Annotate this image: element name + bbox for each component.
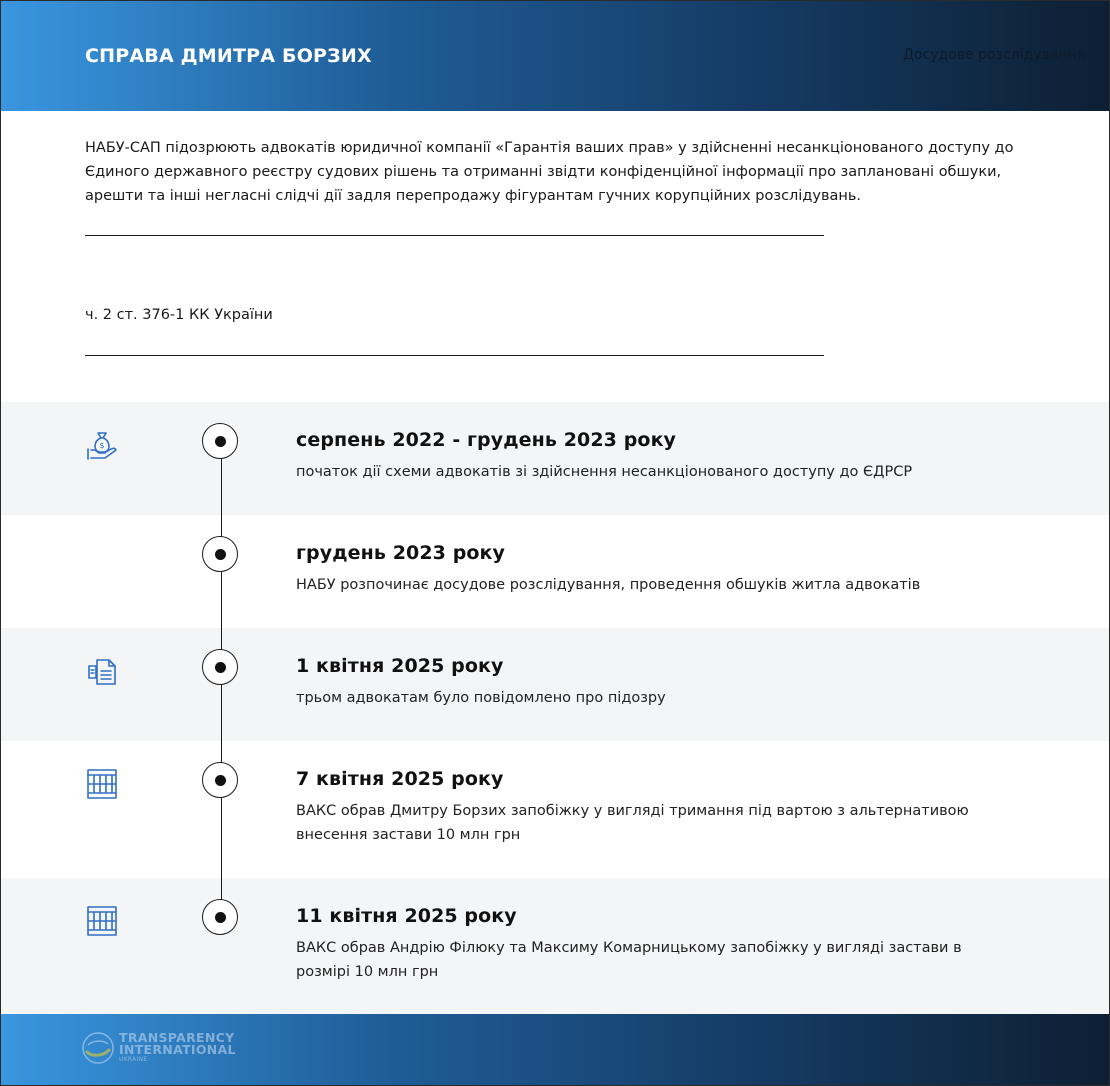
timeline-date: серпень 2022 - грудень 2023 року bbox=[296, 429, 677, 451]
case-title: СПРАВА ДМИТРА БОРЗИХ bbox=[85, 45, 372, 67]
timeline-row: 1 квітня 2025 року трьом адвокатам було … bbox=[1, 628, 1109, 741]
timeline-row: грудень 2023 року НАБУ розпочинає досудо… bbox=[1, 515, 1109, 628]
timeline-description: НАБУ розпочинає досудове розслідування, … bbox=[296, 577, 921, 593]
svg-text:$: $ bbox=[100, 441, 105, 450]
logo-line: UKRAINE bbox=[119, 1056, 148, 1063]
timeline-date: 11 квітня 2025 року bbox=[296, 905, 517, 927]
documents-icon bbox=[88, 659, 116, 685]
timeline-date: 7 квітня 2025 року bbox=[296, 768, 504, 790]
timeline-description: ВАКС обрав Андрію Філюку та Максиму Кома… bbox=[296, 940, 962, 980]
timeline-row: $ серпень 2022 - грудень 2023 року почат… bbox=[1, 402, 1109, 515]
timeline-node bbox=[202, 649, 238, 685]
money-bag-hand-icon: $ bbox=[87, 432, 117, 460]
divider bbox=[85, 235, 824, 236]
timeline-node bbox=[202, 423, 238, 459]
header-banner: СПРАВА ДМИТРА БОРЗИХ Досудове розслідува… bbox=[1, 1, 1109, 111]
timeline-row: 11 квітня 2025 року ВАКС обрав Андрію Фі… bbox=[1, 878, 1109, 1014]
prison-bars-icon bbox=[87, 906, 117, 936]
logo-line: INTERNATIONAL bbox=[119, 1042, 236, 1057]
logo-text: TRANSPARENCY INTERNATIONAL UKRAINE bbox=[119, 1031, 236, 1064]
timeline-description: ВАКС обрав Дмитру Борзих запобіжку у виг… bbox=[296, 803, 969, 843]
timeline-date: 1 квітня 2025 року bbox=[296, 655, 504, 677]
divider bbox=[85, 355, 824, 356]
logo-emblem-icon bbox=[82, 1032, 114, 1064]
case-summary: НАБУ-САП підозрюють адвокатів юридичної … bbox=[85, 140, 1014, 204]
case-card: СПРАВА ДМИТРА БОРЗИХ Досудове розслідува… bbox=[0, 0, 1110, 1086]
timeline-node bbox=[202, 899, 238, 935]
criminal-code-article: ч. 2 ст. 376-1 КК України bbox=[85, 307, 273, 323]
prison-bars-icon bbox=[87, 769, 117, 799]
timeline-node bbox=[202, 762, 238, 798]
timeline-row: 7 квітня 2025 року ВАКС обрав Дмитру Бор… bbox=[1, 741, 1109, 878]
transparency-international-logo: TRANSPARENCY INTERNATIONAL UKRAINE bbox=[81, 1029, 241, 1069]
timeline-description: початок дії схеми адвокатів зі здійсненн… bbox=[296, 464, 913, 480]
stage-label: Досудове розслідування bbox=[903, 47, 1085, 63]
timeline-description: трьом адвокатам було повідомлено про під… bbox=[296, 690, 666, 706]
timeline-date: грудень 2023 року bbox=[296, 542, 506, 564]
timeline-node bbox=[202, 536, 238, 572]
